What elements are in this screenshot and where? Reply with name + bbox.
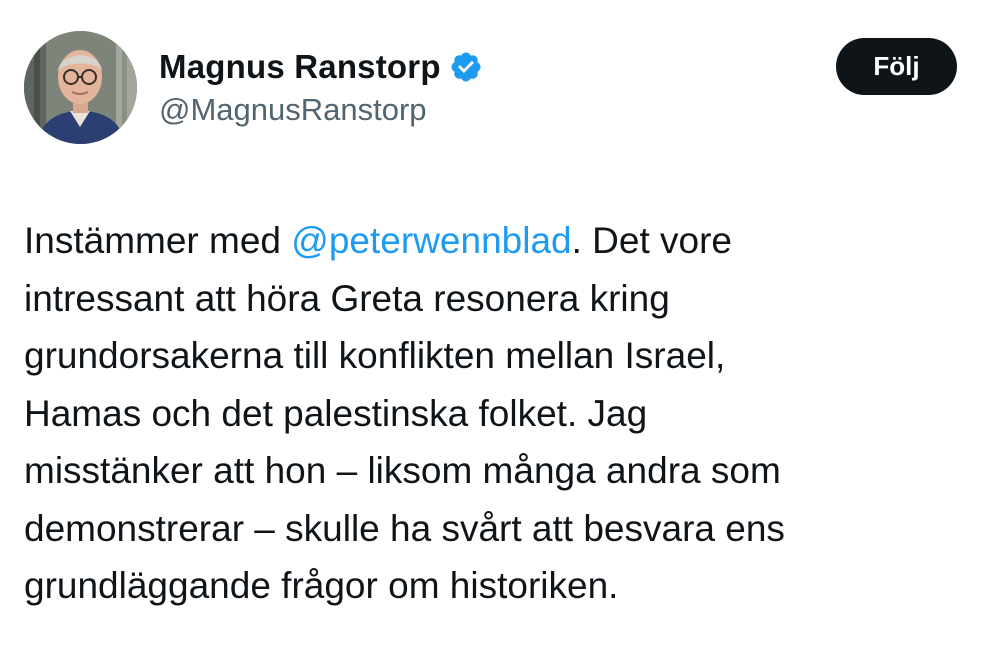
- tweet-line-7: grundläggande frågor om historiken.: [24, 565, 619, 606]
- tweet-card: Magnus Ranstorp @MagnusRanstorp Följ Ins…: [0, 0, 1000, 666]
- tweet-line-4: Hamas och det palestinska folket. Jag: [24, 392, 648, 434]
- tweet-line-6: demonstrerar – skulle ha svårt att besva…: [24, 507, 785, 549]
- tweet-text: Instämmer med @peterwennblad. Det vore i…: [24, 212, 979, 615]
- tweet-line-2: intressant att höra Greta resonera kring: [24, 277, 670, 319]
- tweet-line-1: Instämmer med @peterwennblad. Det vore: [24, 212, 979, 270]
- avatar-photo: [24, 31, 137, 144]
- author-handle[interactable]: @MagnusRanstorp: [159, 92, 427, 128]
- tweet-text-segment: Instämmer med: [24, 220, 292, 261]
- avatar[interactable]: [24, 31, 137, 144]
- follow-button[interactable]: Följ: [836, 38, 957, 95]
- mention-link[interactable]: @peterwennblad: [291, 220, 571, 261]
- author-name-row: Magnus Ranstorp: [159, 44, 483, 90]
- tweet-text-segment: . Det vore: [571, 220, 733, 261]
- author-display-name[interactable]: Magnus Ranstorp: [159, 48, 441, 86]
- tweet-line-3: grundorsakerna till konflikten mellan Is…: [24, 335, 726, 376]
- tweet-line-5: misstänker att hon – liksom många andra …: [24, 450, 781, 491]
- verified-badge-icon: [449, 50, 483, 84]
